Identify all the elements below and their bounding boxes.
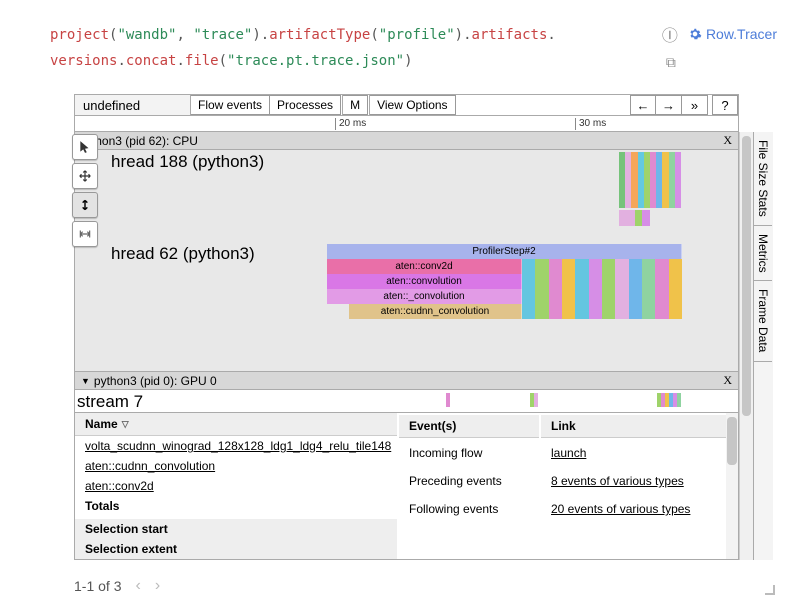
flame-conv2d[interactable]: aten::conv2d: [327, 259, 522, 274]
side-tabs: File Size Stats Metrics Frame Data: [753, 132, 773, 560]
sort-desc-icon[interactable]: ▽: [122, 419, 129, 430]
arg-project-2: "trace": [193, 27, 252, 43]
pan-tool-icon[interactable]: [72, 163, 98, 189]
text-cursor-icon[interactable]: Ⓘ: [662, 22, 678, 46]
gear-icon: [688, 27, 702, 41]
query-expression[interactable]: project("wandb", "trace").artifactType("…: [50, 22, 652, 74]
event-link[interactable]: launch: [551, 446, 586, 460]
tick-30ms: 30 ms: [575, 118, 606, 130]
flame-uconvolution[interactable]: aten::_convolution: [327, 289, 522, 304]
help-button[interactable]: ?: [712, 95, 738, 115]
event-label: Following events: [399, 496, 539, 522]
thread188-events[interactable]: [619, 152, 681, 208]
name-row[interactable]: aten::cudnn_convolution: [75, 456, 397, 476]
tool-palette: [72, 134, 98, 247]
expression-bar: project("wandb", "trace").artifactType("…: [0, 0, 787, 80]
event-label: Incoming flow: [399, 440, 539, 466]
nav-buttons: ← → »: [630, 95, 708, 115]
row-tracer-label: Row.Tracer: [706, 26, 777, 42]
fn-versions: versions: [50, 53, 117, 69]
resize-handle-icon[interactable]: [765, 585, 775, 595]
arg-artifacttype: "profile": [379, 27, 455, 43]
flame-profilerstep[interactable]: ProfilerStep#2: [327, 244, 682, 259]
nav-more-button[interactable]: »: [682, 95, 708, 115]
link-column-header[interactable]: Link: [541, 415, 736, 438]
flame-convolution[interactable]: aten::convolution: [327, 274, 522, 289]
copy-icon[interactable]: ⧉: [666, 54, 676, 71]
cpu-tracks[interactable]: hread 188 (python3) hread 62 (python3) P…: [74, 150, 739, 372]
close-icon[interactable]: X: [723, 133, 732, 148]
pagination: 1-1 of 3 ‹ ›: [74, 577, 160, 595]
event-link[interactable]: 20 events of various types: [551, 502, 690, 516]
event-link[interactable]: 8 events of various types: [551, 474, 684, 488]
processes-button[interactable]: Processes: [270, 95, 341, 115]
details-names: Name ▽ volta_scudnn_winograd_128x128_ldg1…: [75, 413, 397, 559]
tab-frame-data[interactable]: Frame Data: [754, 281, 772, 361]
fn-artifacts: artifacts: [472, 27, 548, 43]
close-icon[interactable]: X: [723, 373, 732, 388]
arg-file: "trace.pt.trace.json": [227, 53, 404, 69]
selection-start-label: Selection start: [75, 519, 397, 539]
name-row[interactable]: volta_scudnn_winograd_128x128_ldg1_ldg4_…: [75, 436, 397, 456]
flame-cudnn[interactable]: aten::cudnn_convolution: [349, 304, 522, 319]
page-range-label: 1-1 of 3: [74, 578, 121, 594]
page-next-button[interactable]: ›: [155, 577, 160, 595]
m-button[interactable]: M: [343, 95, 368, 115]
nav-forward-button[interactable]: →: [656, 95, 682, 115]
event-label: Preceding events: [399, 468, 539, 494]
trace-topbar: undefined Flow events Processes M View O…: [74, 94, 739, 116]
tab-metrics[interactable]: Metrics: [754, 226, 772, 282]
details-panel: Name ▽ volta_scudnn_winograd_128x128_ldg1…: [74, 412, 739, 560]
name-row[interactable]: aten::conv2d: [75, 476, 397, 496]
tick-20ms: 20 ms: [335, 118, 366, 130]
arg-project-1: "wandb": [117, 27, 176, 43]
vzoom-tool-icon[interactable]: [72, 192, 98, 218]
page-prev-button[interactable]: ‹: [135, 577, 140, 595]
row-tracer-link[interactable]: Row.Tracer: [688, 26, 777, 42]
events-column-header[interactable]: Event(s): [399, 415, 539, 438]
trace-viewer: undefined Flow events Processes M View O…: [74, 94, 773, 560]
hzoom-tool-icon[interactable]: [72, 221, 98, 247]
pointer-tool-icon[interactable]: [72, 134, 98, 160]
caret-down-icon: ▼: [81, 376, 90, 386]
view-options-button[interactable]: View Options: [370, 95, 455, 115]
cpu-section-header[interactable]: ▶ thon3 (pid 62): CPU X: [74, 132, 739, 150]
totals-row: Totals: [75, 496, 397, 516]
gpu-section-title: python3 (pid 0): GPU 0: [94, 374, 217, 388]
time-ruler[interactable]: 20 ms 30 ms: [74, 116, 739, 132]
details-events: Event(s) Link Incoming flow launch Preced…: [397, 413, 738, 559]
fn-artifacttype: artifactType: [269, 27, 370, 43]
thread188-events-2[interactable]: [619, 210, 681, 226]
details-scrollbar[interactable]: [726, 413, 738, 559]
tab-undefined[interactable]: undefined: [75, 95, 191, 115]
vertical-scrollbar[interactable]: [739, 132, 753, 560]
cpu-section-title: thon3 (pid 62): CPU: [92, 134, 198, 148]
name-column-header[interactable]: Name: [85, 417, 118, 431]
flow-events-button[interactable]: Flow events: [191, 95, 270, 115]
gpu-section-header[interactable]: ▼ python3 (pid 0): GPU 0 X: [74, 372, 739, 390]
thread62-tail-events[interactable]: [522, 259, 682, 319]
fn-concat: concat: [126, 53, 177, 69]
fn-file: file: [185, 53, 219, 69]
stream7-events[interactable]: [327, 393, 681, 407]
fn-project: project: [50, 27, 109, 43]
tab-file-size-stats[interactable]: File Size Stats: [754, 132, 772, 226]
selection-extent-label: Selection extent: [75, 539, 397, 559]
nav-back-button[interactable]: ←: [630, 95, 656, 115]
